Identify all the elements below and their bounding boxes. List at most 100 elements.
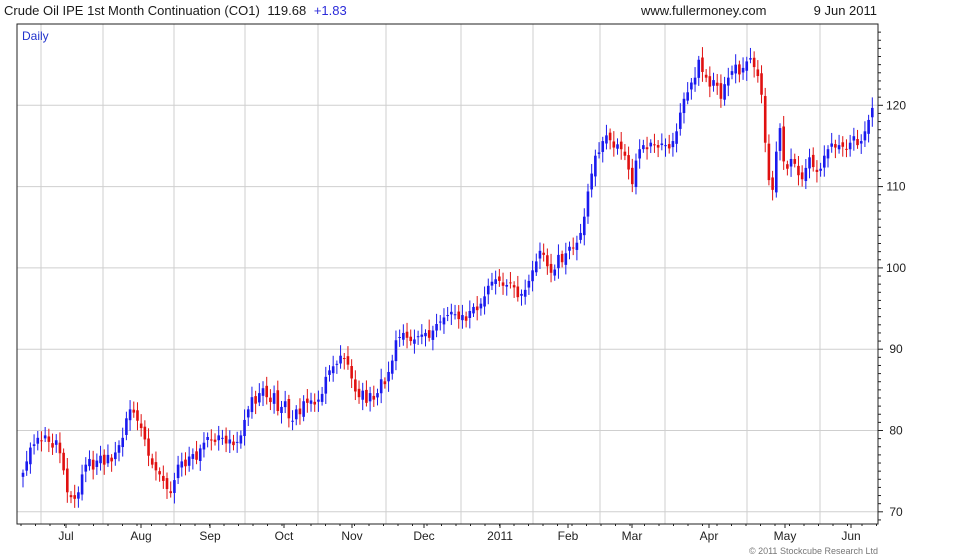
- candle-body: [73, 495, 76, 499]
- x-tick-label: Mar: [622, 529, 643, 543]
- x-tick-label: 2011: [487, 529, 513, 543]
- candle-body: [660, 143, 664, 146]
- candle-body: [117, 445, 121, 453]
- candle-body: [379, 379, 383, 394]
- candle-body: [435, 324, 438, 331]
- candle-body: [804, 167, 808, 182]
- candle-body: [619, 141, 623, 150]
- candle-body: [656, 145, 660, 148]
- candle-body: [848, 142, 852, 150]
- candle-body: [734, 64, 737, 74]
- candle-body: [114, 452, 117, 460]
- candle-body: [376, 393, 379, 398]
- candle-body: [534, 261, 538, 273]
- candle-body: [579, 232, 582, 240]
- candle-body: [590, 173, 593, 190]
- candle-body: [797, 165, 800, 176]
- candle-body: [557, 254, 560, 269]
- candle-body: [58, 442, 62, 454]
- candle-body: [291, 420, 294, 422]
- candle-body: [121, 437, 125, 448]
- candle-body: [486, 285, 490, 295]
- candle-body: [239, 435, 243, 444]
- candle-body: [763, 96, 767, 143]
- candle-body: [202, 442, 206, 450]
- candle-body: [413, 339, 416, 344]
- candle-body: [464, 316, 468, 321]
- candle-body: [819, 168, 822, 171]
- candle-body: [99, 455, 102, 464]
- candle-body: [501, 282, 505, 286]
- candle-body: [697, 59, 701, 78]
- candle-body: [184, 459, 187, 467]
- candle-body: [675, 131, 678, 144]
- x-tick-label: Nov: [341, 529, 362, 543]
- candle-body: [84, 464, 88, 472]
- chart-date: 9 Jun 2011: [814, 3, 877, 18]
- candle-body: [871, 107, 874, 118]
- x-tick-label: May: [774, 529, 797, 543]
- candle-body: [645, 147, 649, 150]
- candle-body: [265, 385, 269, 398]
- candle-body: [147, 438, 150, 456]
- candle-body: [383, 381, 387, 385]
- candle-body: [749, 58, 752, 60]
- candle-body: [826, 149, 830, 159]
- candle-body: [856, 139, 859, 146]
- candle-body: [372, 395, 376, 400]
- candle-body: [154, 462, 158, 471]
- candle-body: [771, 177, 774, 190]
- candle-body: [634, 160, 638, 187]
- y-tick-label: 120: [886, 98, 906, 112]
- candle-body: [232, 441, 235, 446]
- candle-body: [335, 363, 339, 365]
- candle-body: [597, 152, 601, 154]
- x-tick-label: Feb: [558, 529, 579, 543]
- candle-body: [546, 255, 549, 267]
- candle-body: [132, 409, 136, 413]
- candle-body: [586, 191, 590, 217]
- candle-body: [808, 157, 811, 169]
- candle-body: [173, 480, 176, 493]
- candle-body: [774, 151, 778, 193]
- candle-body: [180, 461, 184, 468]
- candle-body: [594, 155, 597, 177]
- y-axis: 70 80 90 100 110 120: [878, 31, 906, 521]
- candle-body: [723, 84, 726, 100]
- candle-body: [77, 492, 80, 499]
- candle-body: [187, 456, 191, 466]
- candle-body: [272, 393, 276, 404]
- candle-body: [162, 475, 165, 481]
- candle-body: [490, 281, 494, 286]
- candle-body: [47, 436, 51, 442]
- y-tick-label: 110: [886, 180, 905, 194]
- candle-body: [453, 314, 457, 316]
- site-url: www.fullermoney.com: [640, 3, 766, 18]
- candle-body: [505, 284, 509, 287]
- candle-body: [778, 128, 782, 151]
- y-tick-label: 80: [889, 424, 903, 438]
- candle-body: [450, 311, 453, 315]
- candle-body: [859, 141, 863, 144]
- candle-body: [638, 149, 641, 159]
- candle-body: [841, 142, 845, 147]
- candle-body: [165, 478, 169, 490]
- candle-body: [25, 461, 28, 471]
- candle-body: [213, 439, 217, 442]
- candle-body: [346, 356, 350, 365]
- candle-body: [394, 340, 398, 362]
- candle-body: [424, 332, 427, 337]
- candle-body: [867, 119, 870, 134]
- candle-body: [254, 396, 257, 404]
- candle-body: [616, 144, 619, 149]
- x-tick-label: Jun: [841, 529, 860, 543]
- candle-body: [54, 440, 58, 445]
- candle-body: [287, 398, 291, 419]
- candle-body: [40, 440, 43, 442]
- candle-body: [715, 82, 719, 86]
- candle-body: [228, 439, 232, 444]
- x-tick-label: Jul: [58, 529, 73, 543]
- candle-body: [571, 247, 575, 249]
- candlestick-chart: Crude Oil IPE 1st Month Continuation (CO…: [4, 3, 906, 556]
- candle-body: [32, 444, 36, 446]
